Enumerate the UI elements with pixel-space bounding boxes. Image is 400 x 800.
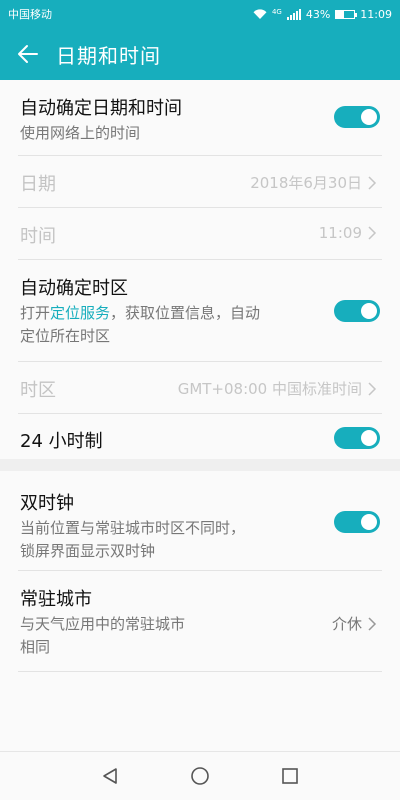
auto-timezone-subtitle-line1: 打开定位服务，获取位置信息，自动: [20, 302, 320, 325]
signal-icon: [286, 8, 301, 20]
home-city-subtitle-line2: 相同: [20, 638, 51, 656]
navigation-bar: [0, 751, 400, 800]
auto-timezone-toggle[interactable]: [334, 300, 380, 322]
toggle-knob: [361, 430, 377, 446]
chevron-right-icon: [368, 226, 377, 240]
arrow-left-icon: [18, 45, 38, 63]
circle-home-icon: [191, 767, 209, 785]
network-type-label: 4G: [271, 7, 282, 16]
nav-recents-button[interactable]: [278, 764, 302, 788]
home-city-row[interactable]: 常驻城市 与天气应用中的常驻城市 相同 介休: [18, 571, 382, 672]
timezone-value-group: GMT+08:00 中国标准时间: [178, 378, 378, 399]
toggle-knob: [361, 514, 377, 530]
dual-clock-row[interactable]: 双时钟 当前位置与常驻城市时区不同时， 锁屏界面显示双时钟: [18, 471, 382, 571]
location-service-link[interactable]: 定位服务: [50, 304, 110, 322]
home-city-value: 介休: [331, 615, 362, 633]
timezone-title: 时区: [20, 380, 56, 401]
back-button[interactable]: [0, 28, 56, 80]
auto-timezone-subtitle: 打开定位服务，获取位置信息，自动 定位所在时区: [20, 302, 320, 348]
dual-clock-toggle[interactable]: [334, 511, 380, 533]
toggle-knob: [361, 109, 377, 125]
subtitle-prefix: 打开: [20, 304, 51, 322]
settings-list: 自动确定日期和时间 使用网络上的时间 日期 2018年6月30日 时间 11:0…: [0, 80, 400, 752]
auto-timezone-row[interactable]: 自动确定时区 打开定位服务，获取位置信息，自动 定位所在时区: [18, 260, 382, 362]
date-title: 日期: [20, 174, 56, 195]
toggle-knob: [361, 303, 377, 319]
nav-home-button[interactable]: [188, 764, 212, 788]
status-bar: 中国移动 4G 43% 11:09: [0, 0, 400, 28]
hour24-title: 24 小时制: [20, 431, 103, 452]
time-value-group: 11:09: [319, 224, 378, 242]
section-divider: [0, 459, 400, 471]
square-recents-icon: [282, 768, 298, 784]
dual-clock-subtitle-line1: 当前位置与常驻城市时区不同时，: [20, 519, 246, 537]
dual-clock-title: 双时钟: [20, 493, 74, 514]
time-title: 时间: [20, 226, 56, 247]
subtitle-rest: ，获取位置信息，自动: [110, 304, 261, 322]
auto-datetime-toggle[interactable]: [334, 106, 380, 128]
wifi-icon: [253, 8, 267, 19]
auto-datetime-row[interactable]: 自动确定日期和时间 使用网络上的时间: [18, 80, 382, 156]
home-city-subtitle: 与天气应用中的常驻城市 相同: [20, 613, 300, 659]
clock: 11:09: [360, 7, 392, 21]
date-value-group: 2018年6月30日: [250, 172, 378, 193]
chevron-right-icon: [368, 175, 377, 190]
dual-clock-subtitle: 当前位置与常驻城市时区不同时， 锁屏界面显示双时钟: [20, 517, 320, 563]
page-title: 日期和时间: [56, 43, 161, 68]
app-bar: 日期和时间: [0, 28, 400, 80]
status-icons: 4G 43% 11:09: [253, 8, 392, 21]
hour24-toggle[interactable]: [334, 427, 380, 449]
hour24-row[interactable]: 24 小时制: [18, 414, 382, 459]
battery-percent: 43%: [305, 7, 331, 21]
timezone-row[interactable]: 时区 GMT+08:00 中国标准时间: [18, 362, 382, 414]
triangle-back-icon: [103, 768, 117, 784]
auto-datetime-title: 自动确定日期和时间: [20, 98, 182, 119]
dual-clock-subtitle-line2: 锁屏界面显示双时钟: [20, 542, 156, 560]
timezone-value: GMT+08:00 中国标准时间: [177, 380, 362, 398]
carrier-label: 中国移动: [8, 8, 52, 21]
date-row[interactable]: 日期 2018年6月30日: [18, 156, 382, 208]
auto-datetime-subtitle: 使用网络上的时间: [20, 124, 141, 142]
battery-icon: [335, 9, 358, 19]
home-city-title: 常驻城市: [20, 589, 92, 610]
auto-timezone-subtitle-line2: 定位所在时区: [20, 327, 111, 345]
time-row[interactable]: 时间 11:09: [18, 208, 382, 260]
auto-timezone-title: 自动确定时区: [20, 278, 128, 299]
time-value: 11:09: [318, 224, 362, 242]
nav-back-button[interactable]: [98, 764, 122, 788]
chevron-right-icon: [368, 381, 377, 396]
home-city-subtitle-line1: 与天气应用中的常驻城市: [20, 615, 186, 633]
chevron-right-icon: [368, 616, 377, 631]
home-city-value-group: 介休: [332, 613, 378, 634]
date-value: 2018年6月30日: [250, 174, 362, 192]
